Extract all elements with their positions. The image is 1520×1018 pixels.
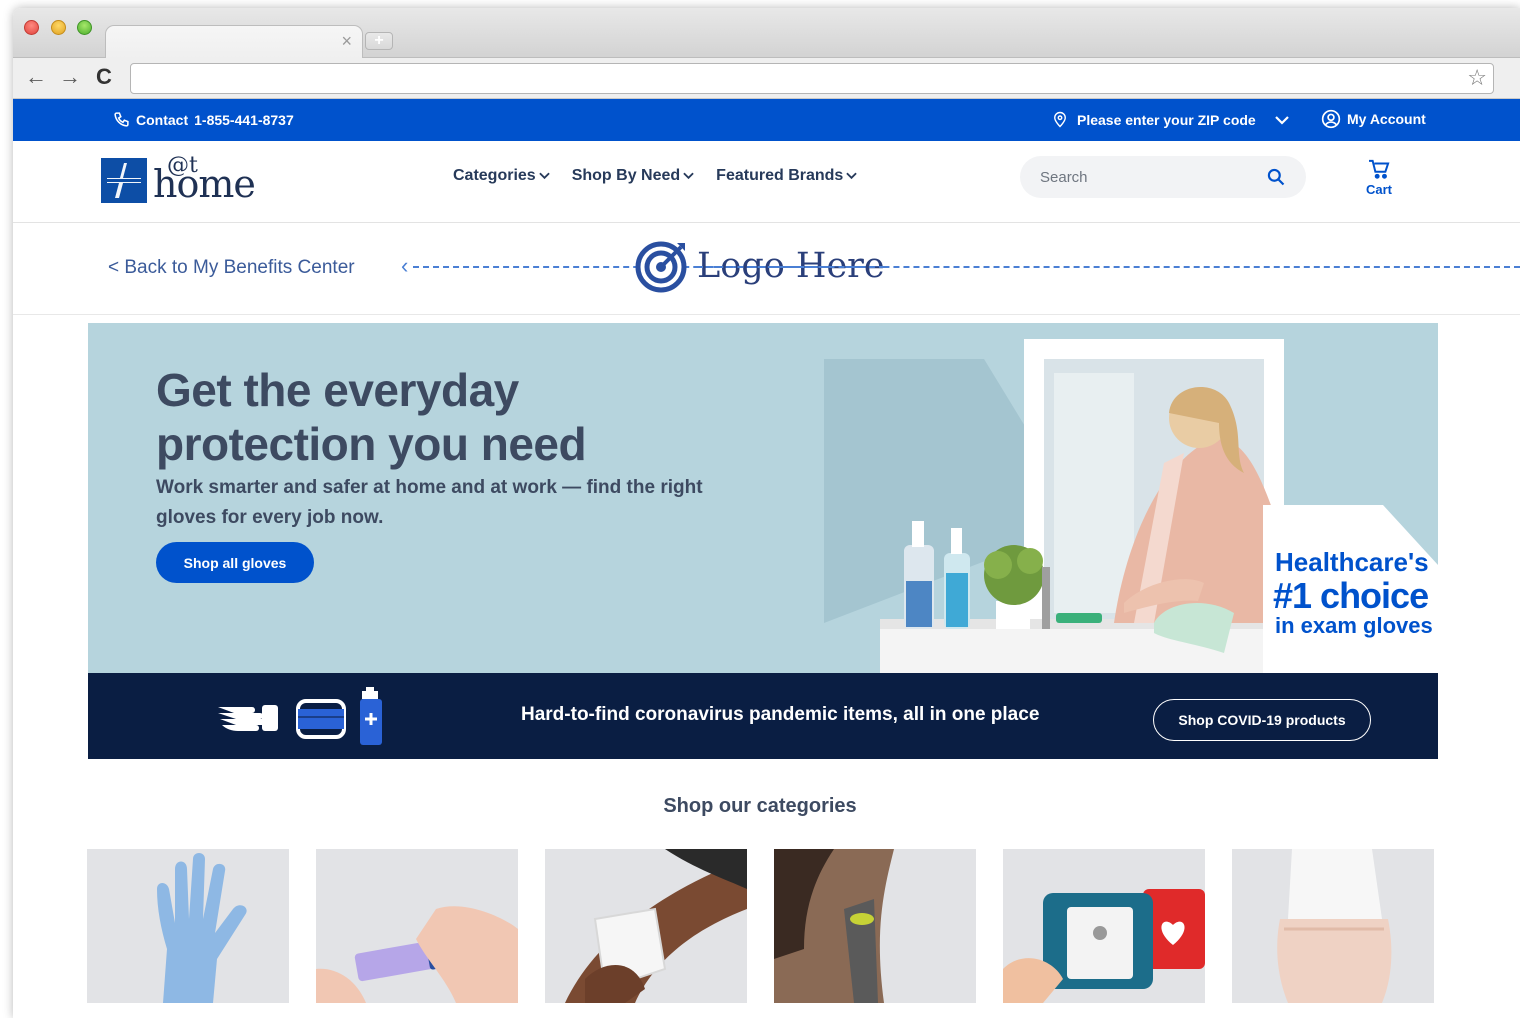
browser-toolbar: ← → C ☆: [13, 58, 1520, 99]
web-page: Contact 1-855-441-8737 Please enter your…: [13, 99, 1520, 1018]
lancet-icon: [316, 906, 518, 1003]
contact-label: Contact: [136, 111, 189, 128]
underwear-icon: [1277, 849, 1392, 1003]
hero-headline: Get the everyday protection you need: [156, 364, 587, 470]
contact-link[interactable]: Contact 1-855-441-8737: [113, 111, 294, 128]
nav-categories-label: Categories: [453, 167, 536, 184]
badge-line-3: in exam gloves: [1275, 613, 1433, 638]
forward-arrow-icon[interactable]: →: [59, 63, 81, 91]
site-header: @t home Categories Shop By Need Featured…: [13, 141, 1520, 223]
defibrillator-icon: [1003, 889, 1205, 1003]
minimize-window-button[interactable]: [51, 20, 66, 35]
healthcare-choice-badge: Healthcare's #1 choice in exam gloves: [1263, 505, 1438, 673]
brand-wordmark: @t home: [153, 155, 263, 206]
cart-icon: [1369, 159, 1390, 179]
cart-label: Cart: [1365, 182, 1392, 197]
category-gloves[interactable]: [87, 849, 289, 1003]
cold-pack-icon: [565, 849, 747, 1003]
back-to-benefits-link[interactable]: < Back to My Benefits Center: [108, 257, 355, 279]
glove-icon: [157, 853, 247, 1003]
nav-shop-by-need-label: Shop By Need: [571, 167, 681, 184]
shop-covid-products-button[interactable]: Shop COVID-19 products: [1153, 699, 1371, 741]
nav-featured-brands[interactable]: Featured Brands: [716, 167, 858, 185]
new-tab-button[interactable]: +: [365, 32, 393, 50]
shop-all-gloves-button[interactable]: Shop all gloves: [156, 542, 314, 583]
mask-icon: [296, 699, 346, 739]
chevron-down-icon: [846, 172, 858, 180]
location-pin-icon: [1054, 111, 1066, 128]
browser-window: × + ← → C ☆ Contact 1-855-441-8737 Pleas…: [13, 8, 1520, 1018]
covid-message: Hard-to-find coronavirus pandemic items,…: [521, 704, 1040, 725]
user-circle-icon: [1321, 109, 1341, 129]
search-input[interactable]: [1040, 166, 1250, 188]
sanitizer-icon: [360, 687, 382, 745]
phone-icon: [114, 112, 129, 127]
cart-button[interactable]: Cart: [1359, 159, 1399, 197]
brand-home: home: [153, 162, 256, 206]
category-thermometers[interactable]: [774, 849, 976, 1003]
nav-featured-brands-label: Featured Brands: [716, 167, 844, 184]
my-account-link[interactable]: My Account: [1321, 109, 1426, 129]
partner-logo-placeholder: Logo Here: [635, 239, 885, 293]
arrow-left-icon: ‹: [401, 253, 409, 278]
target-icon: [635, 241, 687, 293]
dashed-guide-line: [413, 266, 1520, 268]
logo-here-text: Logo Here: [697, 246, 885, 286]
badge-line-1: Healthcare's: [1275, 547, 1429, 577]
utility-bar: Contact 1-855-441-8737 Please enter your…: [13, 99, 1520, 141]
back-arrow-icon[interactable]: ←: [25, 63, 47, 91]
search-icon[interactable]: [1266, 167, 1286, 192]
category-diabetes[interactable]: [316, 849, 518, 1003]
reload-icon[interactable]: C: [96, 63, 112, 91]
category-grid: [87, 849, 1437, 1003]
category-aed[interactable]: [1003, 849, 1205, 1003]
phone-number: 1-855-441-8737: [194, 111, 294, 128]
zip-code-label: Please enter your ZIP code: [1077, 111, 1256, 128]
tab-close-icon[interactable]: ×: [341, 31, 352, 51]
chevron-down-icon: [538, 172, 550, 180]
zip-code-selector[interactable]: Please enter your ZIP code: [1053, 111, 1290, 128]
nav-shop-by-need[interactable]: Shop By Need: [572, 167, 694, 185]
address-bar[interactable]: ☆: [130, 63, 1494, 94]
main-navigation: Categories Shop By Need Featured Brands: [453, 167, 858, 185]
glove-icon: [218, 705, 278, 731]
search-box: [1020, 156, 1306, 198]
categories-title: Shop our categories: [663, 795, 857, 817]
medline-logo-icon: [101, 158, 147, 203]
hero-banner: Get the everyday protection you need Wor…: [88, 323, 1438, 673]
chevron-down-icon: [1274, 115, 1289, 125]
close-window-button[interactable]: [24, 20, 39, 35]
chevron-down-icon: [683, 172, 694, 180]
badge-line-2: #1 choice: [1273, 575, 1429, 616]
category-pain-relief[interactable]: [545, 849, 747, 1003]
medline-at-home-logo[interactable]: @t home: [101, 155, 263, 203]
my-account-label: My Account: [1347, 111, 1426, 127]
nav-categories[interactable]: Categories: [453, 167, 550, 185]
maximize-window-button[interactable]: [77, 20, 92, 35]
hero-subtext: Work smarter and safer at home and at wo…: [156, 477, 703, 528]
bookmark-star-icon[interactable]: ☆: [1467, 66, 1487, 90]
benefits-bar: < Back to My Benefits Center ‹ Logo Here: [13, 223, 1520, 315]
covid-product-icons: [218, 687, 382, 745]
category-incontinence[interactable]: [1232, 849, 1434, 1003]
covid-banner: Hard-to-find coronavirus pandemic items,…: [88, 673, 1438, 759]
thermometer-icon: [774, 849, 894, 1003]
tab-strip: × +: [13, 8, 1520, 59]
browser-tab[interactable]: ×: [105, 25, 363, 59]
